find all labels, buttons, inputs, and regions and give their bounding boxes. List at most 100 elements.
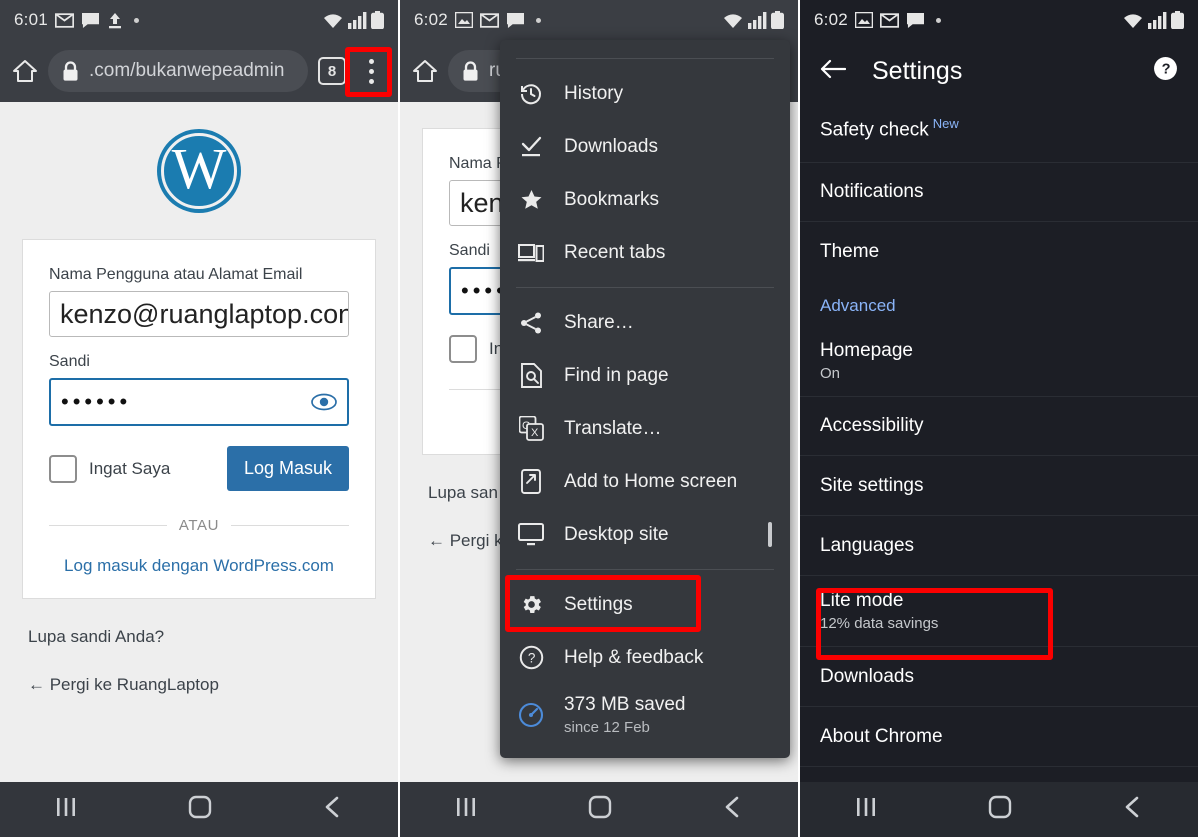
home-icon[interactable] bbox=[12, 58, 38, 84]
settings-item-label: Languages bbox=[820, 534, 915, 556]
star-icon bbox=[518, 187, 544, 213]
back-nav-icon-3[interactable] bbox=[1122, 795, 1144, 824]
translate-icon: GX bbox=[518, 416, 544, 442]
back-arrow-icon[interactable] bbox=[820, 58, 847, 85]
photos-icon-3 bbox=[854, 11, 874, 29]
settings-list: Safety check New Notifications Theme Adva… bbox=[800, 102, 1198, 767]
recents-icon[interactable] bbox=[54, 796, 78, 823]
eye-icon[interactable] bbox=[311, 393, 337, 411]
wordpress-com-login-link[interactable]: Log masuk dengan WordPress.com bbox=[49, 556, 349, 576]
remember-checkbox[interactable] bbox=[49, 454, 77, 483]
menu-item-label: Find in page bbox=[564, 364, 669, 386]
password-label: Sandi bbox=[49, 353, 90, 370]
share-icon bbox=[518, 310, 544, 336]
wifi-icon-3 bbox=[1122, 12, 1144, 29]
browser-toolbar: .com/bukanwepeadmin 8 bbox=[0, 40, 398, 102]
menu-item-desktop-site[interactable]: Desktop site bbox=[500, 508, 790, 561]
back-nav-icon[interactable] bbox=[322, 795, 344, 824]
url-bar[interactable]: .com/bukanwepeadmin bbox=[48, 50, 308, 92]
messages-icon-3 bbox=[906, 12, 925, 29]
settings-item-about-chrome[interactable]: About Chrome bbox=[800, 707, 1198, 767]
settings-item-sub: On bbox=[820, 365, 841, 382]
photos-icon bbox=[454, 11, 474, 29]
battery-icon-3 bbox=[1171, 11, 1184, 30]
android-nav-bar-3 bbox=[800, 782, 1198, 837]
settings-item-label: Safety check bbox=[820, 119, 929, 141]
page-title: Settings bbox=[872, 56, 963, 85]
settings-item-label: Lite mode bbox=[820, 590, 904, 611]
battery-icon bbox=[371, 11, 384, 30]
menu-item-bookmarks[interactable]: Bookmarks bbox=[500, 173, 790, 226]
signal-icon-3 bbox=[1148, 11, 1167, 29]
menu-item-data-saver[interactable]: 373 MB saved since 12 Feb bbox=[500, 684, 790, 746]
upload-icon bbox=[107, 12, 123, 29]
settings-item-theme[interactable]: Theme bbox=[800, 222, 1198, 282]
back-nav-icon-2[interactable] bbox=[722, 795, 744, 824]
auxiliary-links: Lupa sandi Anda? ← Pergi ke RuangLaptop bbox=[0, 599, 398, 695]
settings-item-label: Downloads bbox=[820, 665, 914, 687]
or-separator: ATAU bbox=[49, 517, 349, 534]
panel-chrome-settings: 6:02 Settings ? Safety check New Notific… bbox=[798, 0, 1198, 837]
recents-icon-3[interactable] bbox=[854, 796, 878, 823]
settings-item-label: Site settings bbox=[820, 474, 924, 496]
dot-icon-2 bbox=[535, 17, 541, 23]
settings-item-notifications[interactable]: Notifications bbox=[800, 162, 1198, 222]
settings-item-site-settings[interactable]: Site settings bbox=[800, 456, 1198, 516]
forgot-password-link[interactable]: Lupa sandi Anda? bbox=[28, 627, 370, 647]
status-bar-3: 6:02 bbox=[800, 0, 1198, 40]
menu-item-translate[interactable]: GX Translate… bbox=[500, 402, 790, 455]
settings-item-accessibility[interactable]: Accessibility bbox=[800, 396, 1198, 456]
password-input[interactable]: •••••• bbox=[49, 378, 349, 426]
status-time: 6:01 bbox=[14, 10, 48, 29]
status-time-2: 6:02 bbox=[414, 10, 448, 29]
menu-item-recent-tabs[interactable]: Recent tabs bbox=[500, 226, 790, 279]
android-nav-bar-2 bbox=[400, 782, 798, 837]
menu-item-label: Bookmarks bbox=[564, 188, 660, 210]
gear-icon bbox=[518, 592, 544, 618]
menu-divider-top bbox=[516, 58, 774, 59]
recents-icon-2[interactable] bbox=[454, 796, 478, 823]
remember-checkbox-2[interactable] bbox=[449, 335, 477, 363]
username-input[interactable]: kenzo@ruanglaptop.con bbox=[49, 291, 349, 337]
data-saver-sub: since 12 Feb bbox=[564, 718, 650, 736]
lock-icon bbox=[62, 60, 79, 82]
settings-item-lite-mode[interactable]: Lite mode 12% data savings bbox=[800, 576, 1198, 647]
messages-icon-2 bbox=[506, 12, 525, 29]
menu-item-history[interactable]: History bbox=[500, 67, 790, 120]
home-icon-2[interactable] bbox=[412, 58, 438, 84]
back-to-site-link[interactable]: ← Pergi ke RuangLaptop bbox=[28, 675, 370, 695]
login-form: Nama Pengguna atau Alamat Email kenzo@ru… bbox=[22, 239, 376, 599]
desktop-site-checkbox[interactable] bbox=[768, 521, 772, 547]
menu-item-label: Recent tabs bbox=[564, 241, 666, 263]
menu-item-downloads[interactable]: Downloads bbox=[500, 120, 790, 173]
settings-item-homepage[interactable]: Homepage On bbox=[800, 326, 1198, 396]
dot-icon bbox=[133, 17, 139, 23]
home-nav-icon-3[interactable] bbox=[987, 794, 1013, 825]
login-button[interactable]: Log Masuk bbox=[226, 446, 349, 491]
wordpress-logo-letter: W bbox=[171, 136, 227, 201]
android-nav-bar bbox=[0, 782, 398, 837]
help-circle-icon[interactable]: ? bbox=[1153, 56, 1178, 86]
menu-item-help-feedback[interactable]: ? Help & feedback bbox=[500, 631, 790, 684]
home-nav-icon[interactable] bbox=[187, 794, 213, 825]
menu-item-share[interactable]: Share… bbox=[500, 296, 790, 349]
settings-item-label: Theme bbox=[820, 241, 880, 262]
kebab-menu-icon[interactable] bbox=[356, 54, 386, 88]
dot-icon-3 bbox=[935, 17, 941, 23]
history-icon bbox=[518, 81, 544, 107]
home-nav-icon-2[interactable] bbox=[587, 794, 613, 825]
remember-row: Ingat Saya Log Masuk bbox=[49, 446, 349, 491]
settings-item-safety-check[interactable]: Safety check New bbox=[800, 102, 1198, 162]
panel-browser-login: 6:01 .com/bukanwepeadmin 8 W Nama Penggu… bbox=[0, 0, 398, 837]
username-label: Nama Pengguna atau Alamat Email bbox=[49, 266, 303, 283]
menu-divider-2 bbox=[516, 569, 774, 570]
menu-item-find-in-page[interactable]: Find in page bbox=[500, 349, 790, 402]
settings-item-languages[interactable]: Languages bbox=[800, 516, 1198, 576]
settings-item-label: About Chrome bbox=[820, 725, 943, 747]
tab-counter[interactable]: 8 bbox=[318, 57, 346, 85]
menu-item-add-to-home-screen[interactable]: Add to Home screen bbox=[500, 455, 790, 508]
signal-icon bbox=[348, 11, 367, 29]
menu-item-settings[interactable]: Settings bbox=[500, 578, 790, 631]
three-panel-screenshot: 6:01 .com/bukanwepeadmin 8 W Nama Penggu… bbox=[0, 0, 1200, 837]
settings-item-downloads[interactable]: Downloads bbox=[800, 647, 1198, 707]
